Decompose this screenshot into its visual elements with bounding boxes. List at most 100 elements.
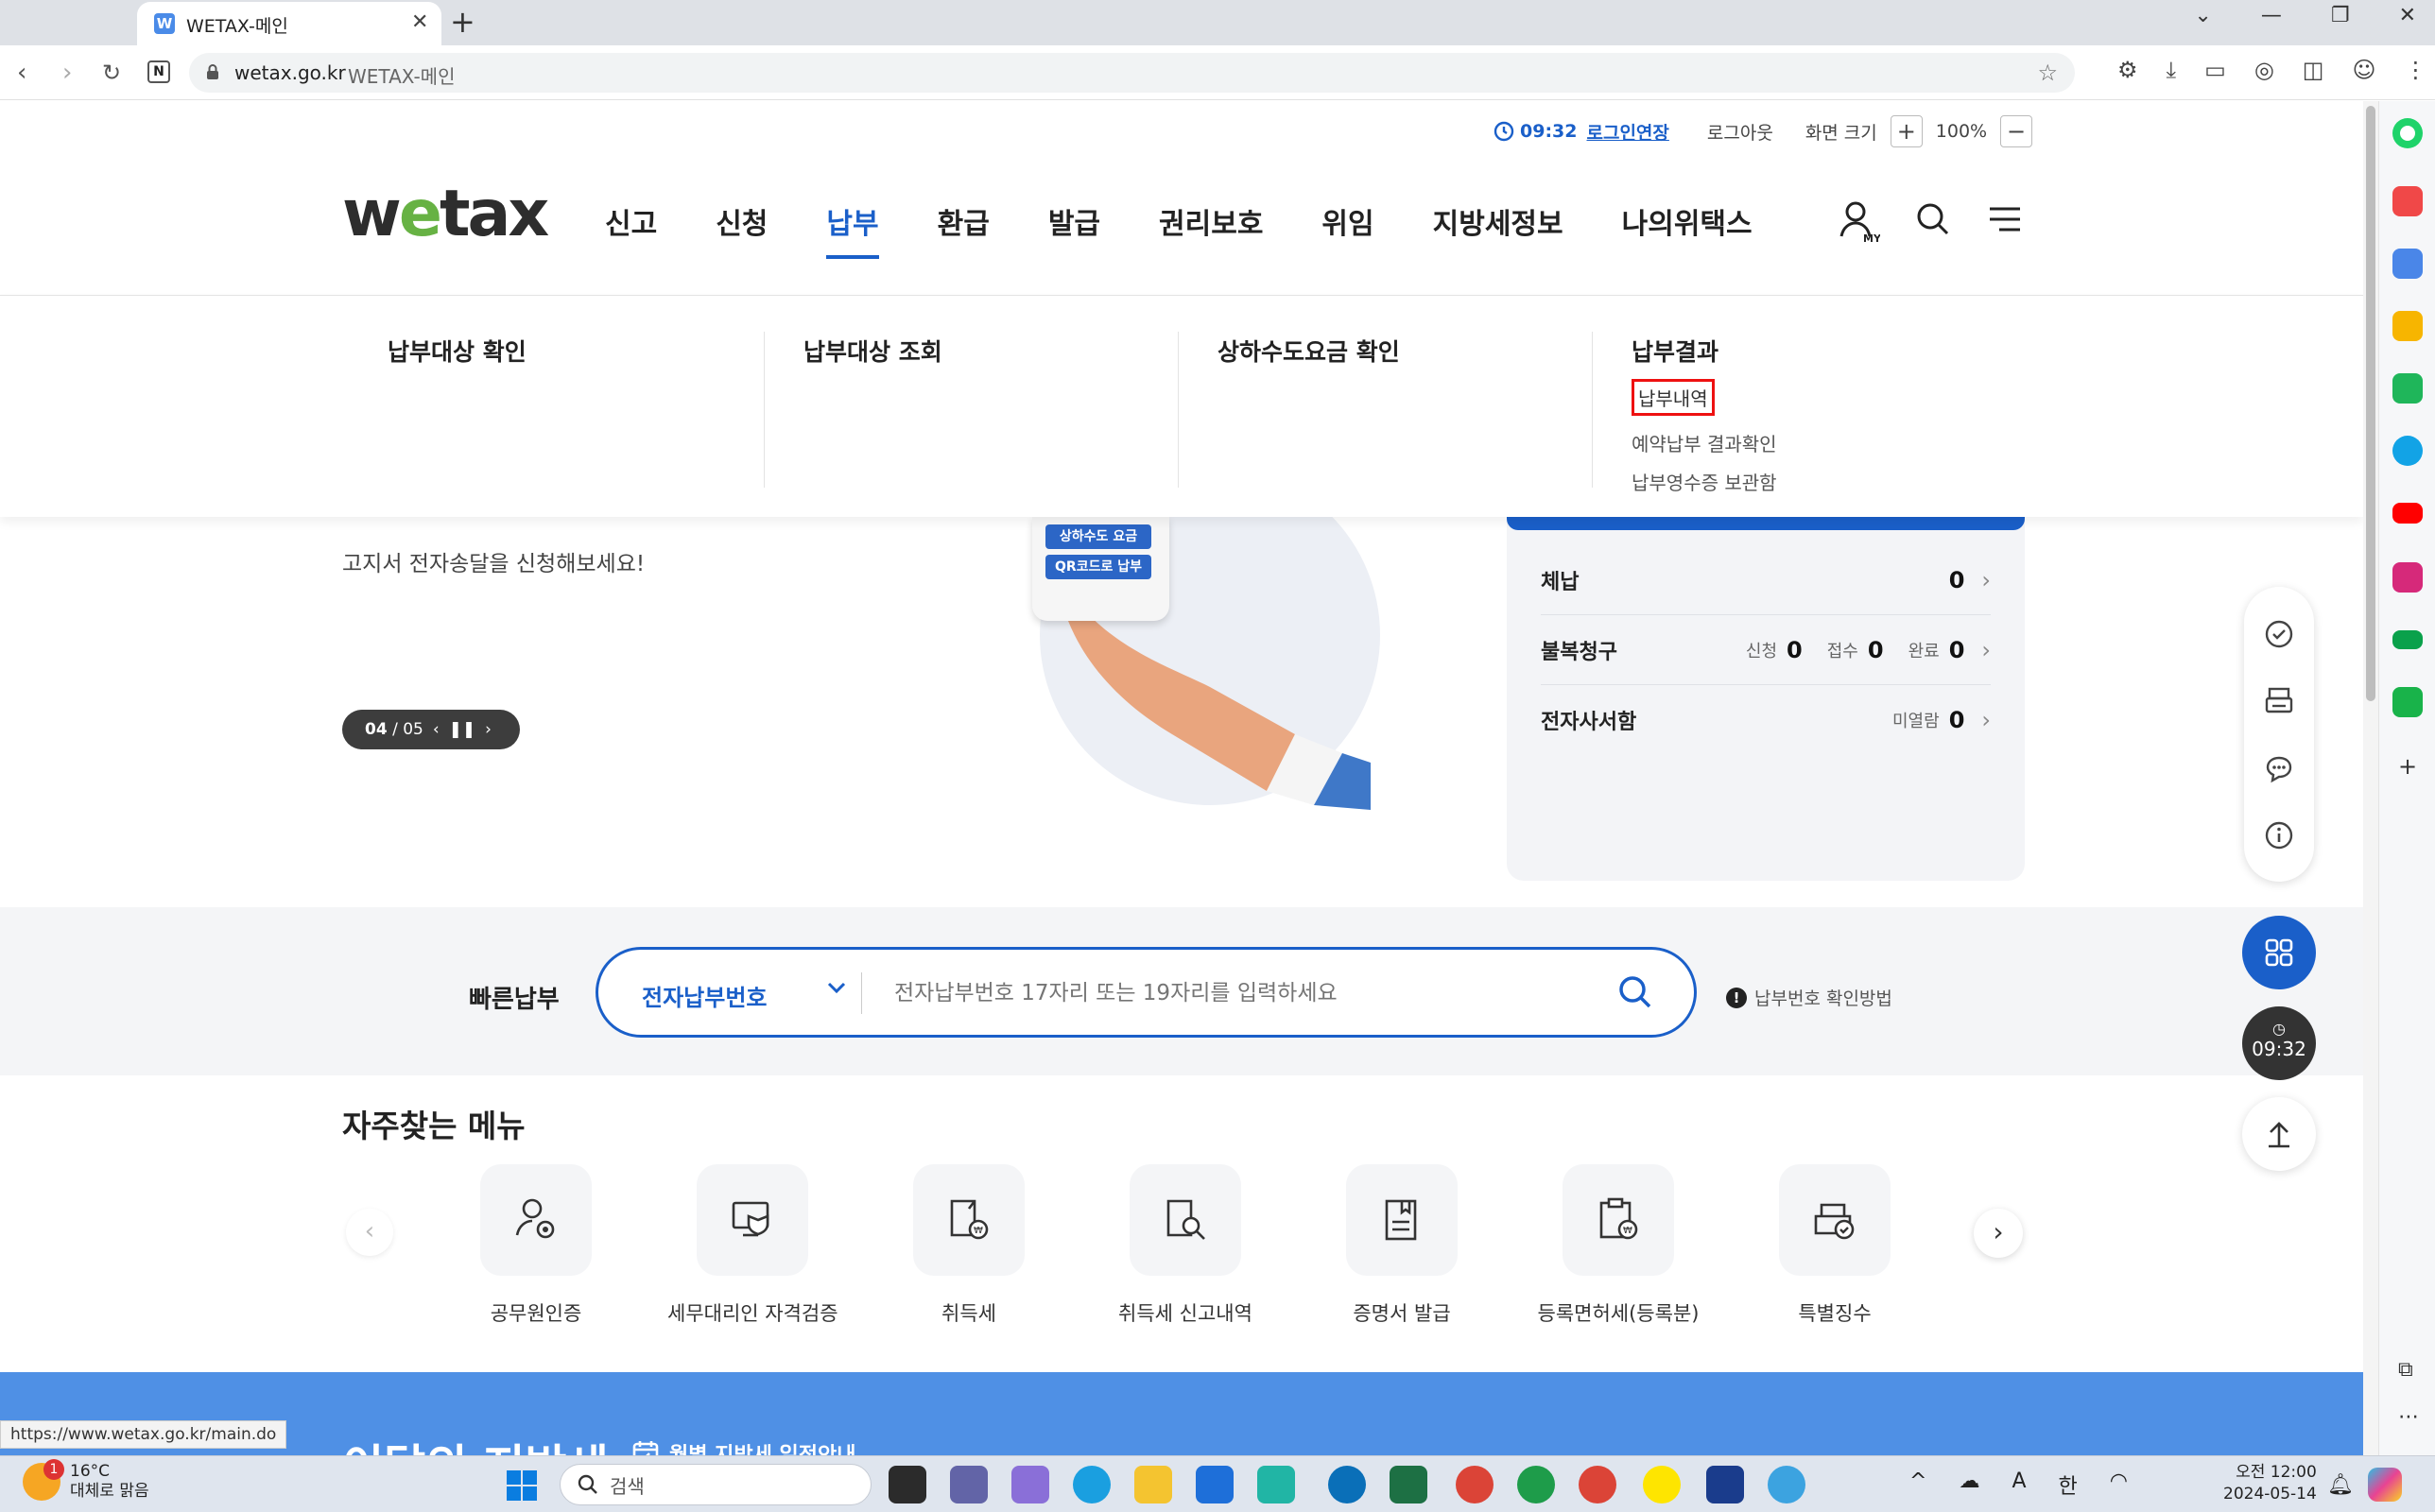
nav-item-6[interactable]: 위임 (1321, 200, 1373, 242)
edge-app-icon[interactable] (2392, 436, 2423, 466)
all-menu-grid-button[interactable] (2242, 916, 2316, 989)
windows-start-icon[interactable] (506, 1469, 538, 1502)
instagram-icon[interactable] (2392, 562, 2423, 593)
forward-icon[interactable]: › (62, 59, 72, 87)
menu-scheduled-payment-result[interactable]: 예약납부 결과확인 (1632, 429, 1777, 456)
ime-mode-a[interactable]: A (2012, 1469, 2026, 1500)
check-chat-icon[interactable] (2263, 618, 2295, 650)
arrears-row[interactable]: 체납 0 › (1541, 545, 1991, 615)
favorite-certificate-issue[interactable]: 증명서 발급 (1317, 1164, 1487, 1327)
reload-icon[interactable]: ↻ (102, 60, 121, 86)
chat-icon[interactable] (2263, 752, 2295, 784)
circle-app-icon[interactable] (1328, 1466, 1366, 1503)
calendar-app-icon[interactable] (2392, 249, 2423, 279)
bookmark-star-icon[interactable]: ☆ (2037, 60, 2058, 86)
nav-item-0[interactable]: 신고 (605, 200, 657, 242)
nav-item-2[interactable]: 납부 (826, 200, 879, 259)
minimize-icon[interactable]: — (2261, 4, 2282, 27)
my-page-icon[interactable]: MY (1839, 200, 1880, 244)
monthly-schedule-link[interactable]: 월별 지방세 일정안내 (631, 1438, 855, 1455)
naver-home-icon[interactable]: N (147, 60, 170, 83)
search-icon[interactable] (1616, 973, 1654, 1011)
page-scrollbar[interactable] (2363, 101, 2378, 1455)
kakaotalk-icon[interactable] (1643, 1466, 1681, 1503)
favorite-acquisition-tax-history[interactable]: 취득세 신고내역 (1100, 1164, 1270, 1327)
menu-receipt-storage[interactable]: 납부영수증 보관함 (1632, 468, 1777, 495)
nav-item-4[interactable]: 발급 (1048, 200, 1100, 242)
wifi-icon[interactable]: ◠ (2110, 1469, 2128, 1500)
ime-mode-korean[interactable]: 한 (2059, 1469, 2078, 1500)
favorite-acquisition-tax[interactable]: ₩ 취득세 (884, 1164, 1054, 1327)
chrome-icon[interactable] (1456, 1466, 1494, 1503)
nav-item-7[interactable]: 지방세정보 (1433, 200, 1563, 242)
edge-icon[interactable] (1073, 1466, 1111, 1503)
close-window-icon[interactable]: ✕ (2399, 4, 2416, 27)
task-view-icon[interactable] (889, 1466, 926, 1503)
nav-item-5[interactable]: 권리보호 (1159, 200, 1263, 242)
search-icon[interactable] (1914, 200, 1952, 244)
back-icon[interactable]: ‹ (17, 59, 26, 87)
info-icon[interactable] (2263, 819, 2295, 851)
favorite-special-withholding[interactable]: 특별징수 (1750, 1164, 1920, 1327)
menu-payment-history[interactable]: 납부내역 (1632, 379, 1715, 416)
file-explorer-icon[interactable] (1134, 1466, 1172, 1503)
extensions-icon[interactable]: ⚙ (2117, 57, 2138, 83)
zoom-out-button[interactable]: − (2000, 115, 2033, 147)
star-app-icon[interactable] (2392, 311, 2423, 341)
chevron-down-icon[interactable] (825, 976, 848, 999)
stock-app-icon[interactable] (2392, 630, 2423, 649)
menu-payment-target-search[interactable]: 납부대상 조회 (803, 334, 942, 368)
tray-overflow-icon[interactable]: ^ (1909, 1469, 1926, 1500)
youtube-icon[interactable] (2392, 503, 2423, 524)
close-tab-icon[interactable]: ✕ (411, 10, 428, 34)
profile-icon[interactable]: ☺ (2352, 57, 2375, 83)
screenshot-icon[interactable]: ◎ (2254, 57, 2274, 83)
screen-capture-icon[interactable]: ▭ (2204, 57, 2226, 83)
naver-app-icon[interactable] (2392, 687, 2423, 717)
more-menu-icon[interactable]: ⋮ (2404, 57, 2426, 83)
taskbar-search[interactable]: 검색 (560, 1464, 872, 1505)
edoc-row[interactable]: 전자사서함 미열람 0 › (1541, 685, 1991, 755)
nav-item-8[interactable]: 나의위택스 (1622, 200, 1753, 242)
notification-bell-icon[interactable]: 🔔︎ (2327, 1473, 2354, 1497)
new-tab-button[interactable]: + (450, 4, 475, 40)
payment-number-type-select[interactable]: 전자납부번호 (642, 979, 767, 1012)
wetax-logo[interactable]: wetax (342, 182, 549, 247)
browser-tab[interactable]: W WETAX-메인 ✕ (137, 2, 441, 45)
onenote-app-icon[interactable] (1011, 1466, 1049, 1503)
more-icon[interactable]: ⋯ (2398, 1405, 2419, 1429)
appeal-row[interactable]: 불복청구 신청 0 접수 0 완료 0 › (1541, 615, 1991, 685)
excel-icon[interactable] (1390, 1466, 1427, 1503)
external-link-icon[interactable]: ⧉ (2398, 1358, 2413, 1382)
pause-icon[interactable]: ❚❚ (449, 720, 476, 739)
add-app-icon[interactable]: + (2398, 753, 2417, 780)
pocket-icon[interactable] (2392, 186, 2423, 216)
favorites-next-button[interactable]: › (1974, 1209, 2023, 1258)
webtoon-icon[interactable] (2392, 373, 2423, 404)
favorite-official-auth[interactable]: 공무원인증 (451, 1164, 621, 1327)
prev-banner-icon[interactable]: ‹ (433, 720, 440, 739)
teams-icon[interactable] (950, 1466, 988, 1503)
favorite-registration-license-tax[interactable]: ₩ 등록면허세(등록분) (1533, 1164, 1703, 1327)
menu-water-bill-check[interactable]: 상하수도요금 확인 (1218, 334, 1400, 368)
address-bar[interactable]: wetax.go.kr WETAX-메인 ☆ (189, 53, 2075, 93)
weather-widget[interactable]: 1 16°C 대체로 맑음 (23, 1459, 149, 1502)
hamburger-menu-icon[interactable] (1986, 200, 2024, 244)
store-icon[interactable] (1196, 1466, 1234, 1503)
printer-icon[interactable] (2263, 685, 2295, 717)
zoom-in-button[interactable]: + (1890, 115, 1923, 147)
copilot-icon[interactable] (2368, 1468, 2402, 1502)
cloud-icon[interactable]: ☁ (1959, 1469, 1979, 1500)
login-extend-link[interactable]: 로그인연장 (1586, 119, 1668, 145)
nav-item-1[interactable]: 신청 (716, 200, 768, 242)
favorite-tax-agent-verify[interactable]: 세무대리인 자격검증 (667, 1164, 838, 1327)
restore-icon[interactable]: ❐ (2331, 4, 2350, 27)
nav-item-3[interactable]: 환급 (938, 200, 990, 242)
globe-app-icon[interactable] (1768, 1466, 1805, 1503)
whale-browser-icon[interactable] (1517, 1466, 1555, 1503)
payment-number-help-link[interactable]: ! 납부번호 확인방법 (1726, 985, 1892, 1010)
payment-number-input[interactable] (894, 973, 1594, 1013)
favorites-prev-button[interactable]: ‹ (346, 1209, 393, 1256)
sidebar-toggle-icon[interactable]: ◫ (2303, 57, 2324, 83)
next-banner-icon[interactable]: › (485, 720, 492, 739)
